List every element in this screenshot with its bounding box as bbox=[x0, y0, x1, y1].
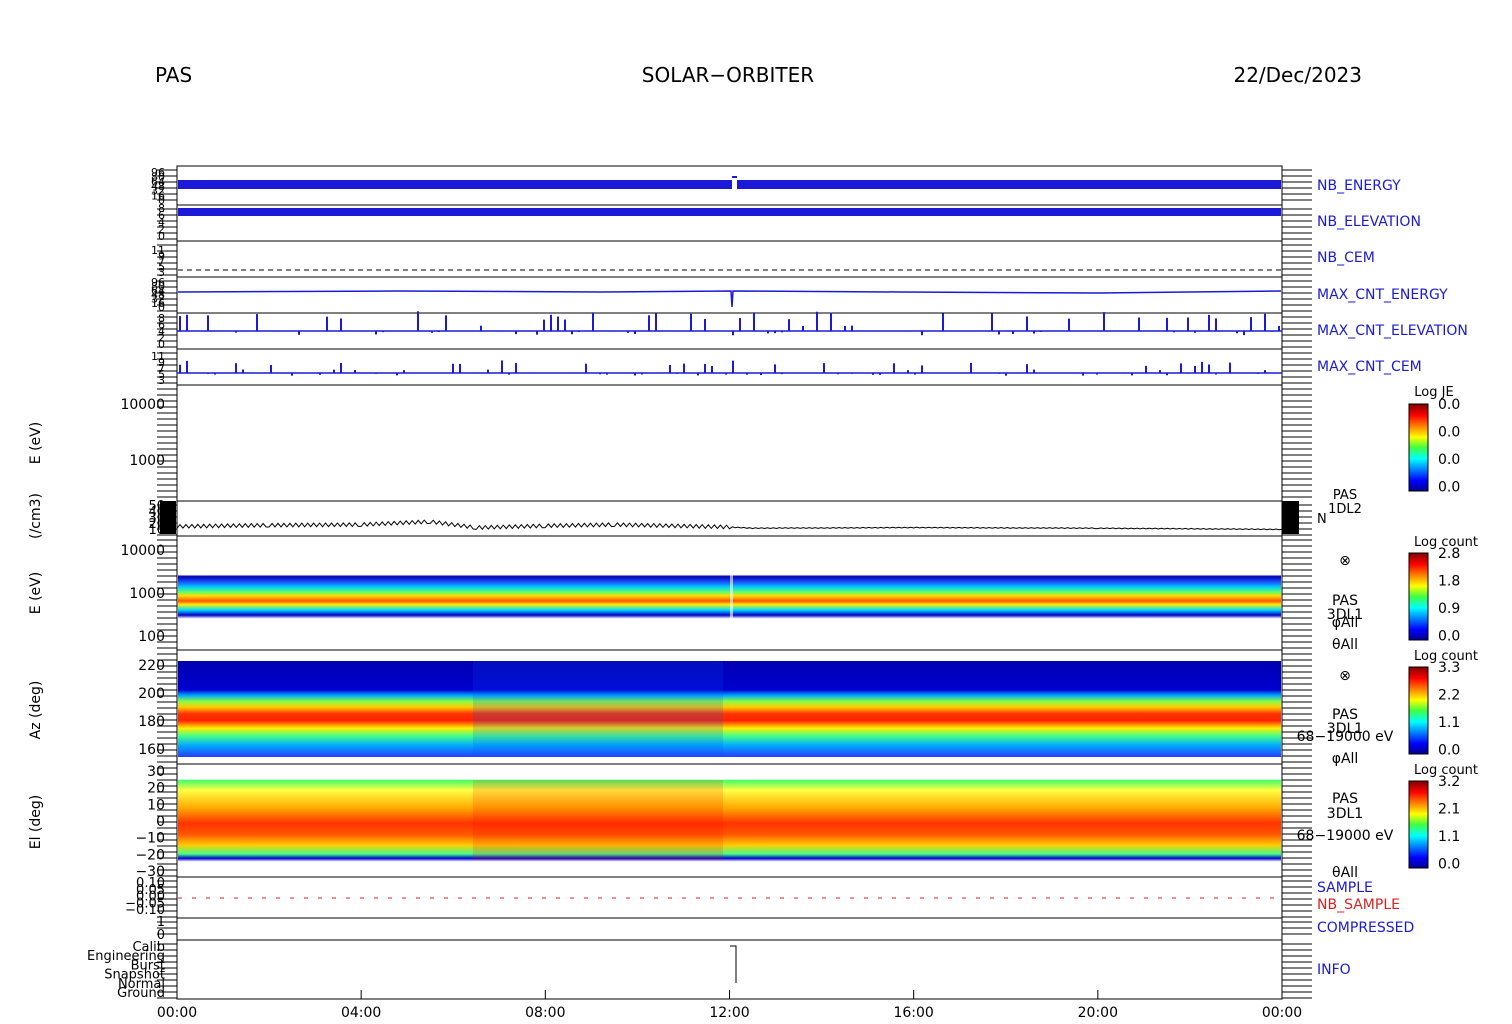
colorbar-tick-label: 0.0 bbox=[1438, 452, 1460, 468]
el-spec-ylabel: El (deg) bbox=[28, 795, 44, 850]
x-tick-label: 00:00 bbox=[157, 1005, 197, 1020]
date-title: 22/Dec/2023 bbox=[1233, 63, 1362, 87]
y-tick-label: 100 bbox=[138, 629, 165, 645]
sample-label: SAMPLE bbox=[1317, 880, 1373, 896]
instrument-title: PAS bbox=[155, 63, 192, 87]
y-tick-label: 1000 bbox=[129, 453, 165, 469]
max-cnt-energy-label: MAX_CNT_ENERGY bbox=[1317, 287, 1448, 303]
density-panel: PAS 1DL2 N bbox=[160, 488, 1362, 534]
max-cnt-energy-trace bbox=[177, 290, 1282, 308]
nb-energy-trace bbox=[178, 176, 1281, 189]
colorbar-tick-label: 1.1 bbox=[1438, 715, 1460, 731]
side-label: φAll bbox=[1332, 751, 1359, 767]
y-tick-label: −10 bbox=[135, 831, 165, 847]
max-cnt-elevation-label: MAX_CNT_ELEVATION bbox=[1317, 323, 1468, 339]
side-label: 68−19000 eV bbox=[1297, 729, 1394, 745]
colorbar-tick-label: 0.9 bbox=[1438, 601, 1460, 617]
y-tick-label: 3 bbox=[158, 374, 165, 387]
colorbar-tick-label: 3.3 bbox=[1438, 660, 1460, 676]
nb-elevation-trace bbox=[178, 208, 1281, 216]
max-cnt-cem-label: MAX_CNT_CEM bbox=[1317, 359, 1422, 375]
y-tick-label: Ground bbox=[117, 986, 165, 1001]
side-label: θAll bbox=[1332, 865, 1358, 881]
side-label: 3DL1 bbox=[1327, 806, 1363, 822]
colorbar-tick-label: 0.0 bbox=[1438, 397, 1460, 413]
x-tick-label: 20:00 bbox=[1078, 1005, 1118, 1020]
el-spectrogram bbox=[178, 766, 1281, 876]
side-label: φAll bbox=[1332, 615, 1359, 631]
info-trace bbox=[730, 945, 737, 983]
mission-title: SOLAR−ORBITER bbox=[642, 63, 814, 87]
y-tick-label: 10000 bbox=[120, 397, 165, 413]
nb-elevation-label: NB_ELEVATION bbox=[1317, 214, 1421, 230]
x-tick-label: 16:00 bbox=[893, 1005, 933, 1020]
y-tick-label: −20 bbox=[135, 847, 165, 863]
y-tick-label: 0 bbox=[158, 230, 165, 243]
colorbar-tick-label: 0.0 bbox=[1438, 480, 1460, 496]
colorbar-tick-label: 2.8 bbox=[1438, 546, 1460, 562]
side-label: ⊗ bbox=[1339, 553, 1351, 569]
colorbar-tick-label: 1.1 bbox=[1438, 829, 1460, 845]
az-spectrogram bbox=[178, 661, 1281, 757]
x-tick-label: 08:00 bbox=[525, 1005, 565, 1020]
compressed-label: COMPRESSED bbox=[1317, 920, 1414, 936]
colorbar-tick-label: 1.8 bbox=[1438, 574, 1460, 590]
panel-frame bbox=[176, 240, 1283, 278]
y-tick-label: 180 bbox=[138, 714, 165, 730]
energy-spec-ylabel: E (eV) bbox=[28, 572, 44, 614]
colorbar-tick-label: 0.0 bbox=[1438, 857, 1460, 873]
y-tick-label: 10 bbox=[148, 523, 165, 538]
x-tick-label: 12:00 bbox=[709, 1005, 749, 1020]
panel-frame bbox=[176, 276, 1283, 314]
energy-spectrogram bbox=[178, 550, 1281, 638]
panel-frame bbox=[176, 384, 1283, 502]
colorbar-tick-label: 2.2 bbox=[1438, 688, 1460, 704]
empty-spec-ylabel: E (eV) bbox=[28, 422, 44, 464]
density-label-n: N bbox=[1317, 512, 1327, 527]
max-cnt-cem-trace bbox=[177, 360, 1282, 376]
nb-cem-label: NB_CEM bbox=[1317, 250, 1375, 266]
y-tick-label: 30 bbox=[147, 764, 165, 780]
density-line bbox=[176, 519, 1283, 531]
side-label: PAS bbox=[1332, 791, 1358, 807]
info-label: INFO bbox=[1317, 962, 1351, 978]
y-tick-label: 200 bbox=[138, 686, 165, 702]
max-cnt-elevation-trace bbox=[177, 311, 1282, 336]
nb-energy-label: NB_ENERGY bbox=[1317, 178, 1401, 194]
plot-area: PAS SOLAR−ORBITER 22/Dec/2023 PAS 1DL2 N bbox=[28, 63, 1478, 1021]
side-label: ⊗ bbox=[1339, 668, 1351, 684]
colorbar-tick-label: 0.0 bbox=[1438, 743, 1460, 759]
side-label: θAll bbox=[1332, 637, 1358, 653]
panel-frame bbox=[176, 500, 1283, 537]
density-label-pas: PAS bbox=[1333, 488, 1357, 503]
y-tick-label: 10 bbox=[147, 797, 165, 813]
y-tick-label: 1000 bbox=[129, 586, 165, 602]
y-tick-label: 220 bbox=[138, 658, 165, 674]
colorbar-tick-label: 3.2 bbox=[1438, 774, 1460, 790]
side-label: 68−19000 eV bbox=[1297, 828, 1394, 844]
az-spec-ylabel: Az (deg) bbox=[28, 681, 44, 740]
density-label-1dl2: 1DL2 bbox=[1328, 502, 1362, 517]
colorbar-tick-label: 2.1 bbox=[1438, 802, 1460, 818]
panel-frame bbox=[176, 917, 1283, 941]
colorbar-tick-label: 0.0 bbox=[1438, 425, 1460, 441]
density-ylabel: (/cm3) bbox=[28, 493, 44, 539]
y-tick-label: 0 bbox=[156, 814, 165, 830]
panel-frame bbox=[176, 348, 1283, 386]
nb-sample-label: NB_SAMPLE bbox=[1317, 897, 1400, 913]
y-tick-label: 160 bbox=[138, 742, 165, 758]
y-tick-label: 20 bbox=[147, 781, 165, 797]
y-tick-label: 10000 bbox=[120, 543, 165, 559]
x-tick-label: 04:00 bbox=[341, 1005, 381, 1020]
x-tick-label: 00:00 bbox=[1262, 1005, 1302, 1020]
colorbar-tick-label: 0.0 bbox=[1438, 629, 1460, 645]
